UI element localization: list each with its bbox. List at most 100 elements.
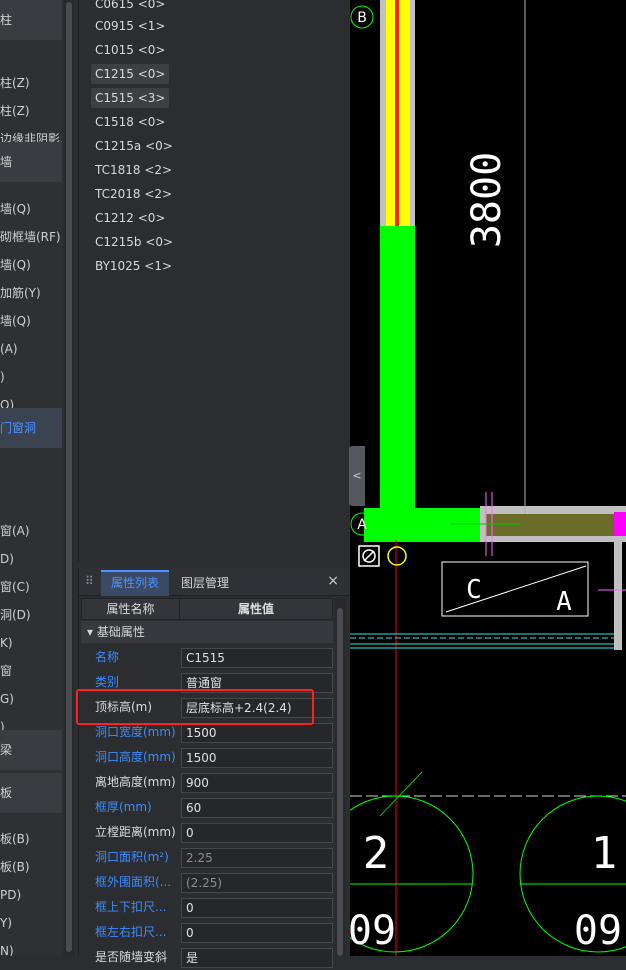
nav-item[interactable]: 砌框墙(RF) (0, 227, 61, 247)
nav-item[interactable]: PD) (0, 885, 21, 905)
property-tabbar: ⠿ 属性列表 图层管理 × (79, 568, 349, 596)
collapse-panel-button[interactable]: < (349, 446, 365, 506)
property-value-field[interactable]: 2.25 (181, 848, 333, 868)
component-list-item[interactable]: C0615 <0> (91, 0, 169, 14)
property-name: 名称 (95, 650, 120, 664)
beam-olive (486, 514, 626, 536)
component-list-item[interactable]: C1215 <0> (91, 64, 170, 84)
nav-item[interactable]: 窗(A) (0, 521, 30, 541)
nav-item[interactable]: 柱(Z) (0, 73, 30, 93)
property-row: 名称 C1515 (81, 645, 333, 670)
module-nav: 柱柱(Z)柱(Z)边缘非阴影...墙墙(Q)砌框墙(RF)墙(Q)加筋(Y)墙(… (0, 0, 62, 956)
component-list-item[interactable]: C1518 <0> (91, 112, 169, 132)
property-name: 框厚(mm) (95, 800, 152, 814)
section-basic-properties[interactable]: ▾ 基础属性 (81, 621, 333, 643)
property-value-field[interactable]: 0 (181, 823, 333, 843)
component-list-item[interactable]: TC2018 <2> (91, 184, 176, 204)
nav-group[interactable]: 门窗洞 (0, 408, 62, 448)
axis-marker-icon (387, 546, 407, 566)
header-property-name: 属性名称 (82, 599, 180, 619)
axis-label-b: B (357, 10, 367, 26)
nav-scrollbar-thumb[interactable] (66, 2, 72, 952)
property-scrollbar[interactable] (335, 598, 345, 956)
component-list-item[interactable]: C0915 <1> (91, 16, 169, 36)
property-value-field[interactable]: 是 (181, 948, 333, 968)
leader-line (379, 771, 423, 817)
property-row: 洞口面积(m²) 2.25 (81, 845, 333, 870)
nav-group[interactable]: 板 (0, 773, 62, 813)
window-tag-left: C (466, 575, 482, 605)
property-row: 是否随墙变斜是 (81, 945, 333, 970)
nav-item[interactable]: 墙(Q) (0, 199, 31, 219)
nav-item[interactable]: Y) (0, 913, 12, 933)
component-list-item[interactable]: C1212 <0> (91, 208, 169, 228)
tab-layer-manager[interactable]: 图层管理 (171, 570, 239, 596)
property-row: 立樘距离(mm) 0 (81, 820, 333, 845)
property-row: 洞口高度(mm) 1500 (81, 745, 333, 770)
nav-item[interactable]: 洞(D) (0, 605, 31, 625)
component-list-item[interactable]: C1215b <0> (91, 232, 177, 252)
component-list-item[interactable]: BY1025 <1> (91, 256, 176, 276)
circle-left-top-label: 2 (363, 828, 390, 879)
property-table-header: 属性名称 属性值 (81, 598, 333, 620)
property-value-field[interactable]: 1500 (181, 748, 333, 768)
property-value-field[interactable]: 900 (181, 773, 333, 793)
property-name: 立樘距离(mm) (95, 825, 176, 839)
property-value-field[interactable]: 0 (181, 898, 333, 918)
property-name: 框外围面积(... (95, 875, 172, 889)
tab-property-list[interactable]: 属性列表 (101, 570, 170, 596)
property-row: 框上下扣尺... 0 (81, 895, 333, 920)
property-name: 洞口面积(m²) (95, 850, 169, 864)
drag-grip-icon[interactable]: ⠿ (85, 574, 94, 590)
nav-item[interactable]: G) (0, 689, 14, 709)
nav-group[interactable]: 梁 (0, 730, 62, 770)
nav-item[interactable]: D) (0, 549, 14, 569)
nav-item[interactable]: K) (0, 633, 13, 653)
magenta-block (614, 512, 626, 536)
circle-right-bottom-label: 09 (574, 908, 622, 954)
property-name: 是否随墙变斜 (95, 950, 168, 964)
component-list-item[interactable]: C1515 <3> (91, 88, 170, 108)
circle-right-top-label: 1 (591, 828, 618, 879)
section-label: ▾ 基础属性 (87, 625, 145, 639)
property-row: 框厚(mm) 60 (81, 795, 333, 820)
nav-group[interactable]: 柱 (0, 0, 62, 40)
nav-item[interactable]: 窗 (0, 661, 12, 681)
nav-item[interactable]: ) (0, 367, 5, 387)
nav-item[interactable]: 板(B) (0, 829, 30, 849)
nav-scrollbar[interactable] (64, 0, 74, 956)
property-value-field[interactable]: C1515 (181, 648, 333, 668)
nav-item[interactable]: (A) (0, 339, 18, 359)
nav-item[interactable]: 柱(Z) (0, 101, 30, 121)
nav-item[interactable]: 墙(Q) (0, 255, 31, 275)
property-value-field[interactable]: 1500 (181, 723, 333, 743)
wall-green-horizontal (364, 508, 480, 542)
nav-item[interactable]: 加筋(Y) (0, 283, 41, 303)
nav-item[interactable]: N) (0, 941, 14, 956)
property-value-field[interactable]: 0 (181, 923, 333, 943)
window-tag-right: A (556, 587, 572, 617)
component-list-item[interactable]: C1215a <0> (91, 136, 177, 156)
component-list-item[interactable]: TC1818 <2> (91, 160, 176, 180)
property-panel: ⠿ 属性列表 图层管理 × 属性名称 属性值 ▾ 基础属性 名称 C1515 类别普… (78, 568, 349, 968)
axis-label-a: A (357, 517, 367, 533)
nav-item[interactable]: 板(B) (0, 857, 30, 877)
circle-left-bottom-label: 09 (350, 908, 396, 954)
nav-item[interactable]: 窗(C) (0, 577, 30, 597)
property-value-field[interactable]: 60 (181, 798, 333, 818)
wall-green-vertical (380, 226, 415, 516)
close-icon[interactable]: × (327, 573, 339, 589)
property-name: 框左右扣尺... (95, 925, 167, 939)
wall-axis-line (395, 0, 399, 227)
dimension-3800: 3800 (464, 152, 510, 248)
property-row: 框左右扣尺... 0 (81, 920, 333, 945)
nav-item[interactable]: 墙(Q) (0, 311, 31, 331)
property-scrollbar-thumb[interactable] (337, 608, 343, 956)
nav-group[interactable]: 墙 (0, 142, 62, 182)
property-name: 洞口高度(mm) (95, 750, 176, 764)
drawing-canvas[interactable]: B A 3800 C A 2 09 1 09 (350, 0, 626, 956)
property-value-field[interactable]: (2.25) (181, 873, 333, 893)
component-list-item[interactable]: C1015 <0> (91, 40, 169, 60)
cad-drawing: B A 3800 C A 2 09 1 09 (350, 0, 626, 956)
property-row: 离地高度(mm) 900 (81, 770, 333, 795)
